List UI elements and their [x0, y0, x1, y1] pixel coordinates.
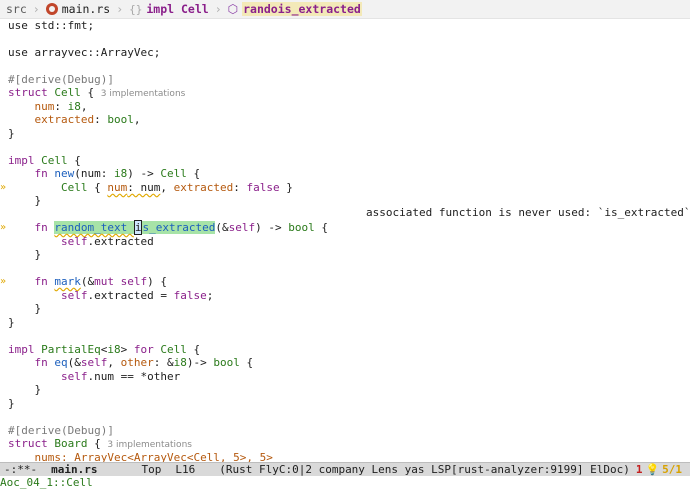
breadcrumb-impl-label: impl Cell	[146, 2, 209, 16]
code-line[interactable]: self.extracted	[8, 235, 154, 249]
type-name: Cell	[54, 86, 81, 99]
code-line[interactable]: use arrayvec::ArrayVec;	[8, 46, 160, 60]
fringe-warning-icon[interactable]: »	[0, 181, 6, 195]
code-line[interactable]: num: i8,	[8, 100, 88, 114]
function-name: new	[54, 167, 75, 180]
attribute: #[derive(Debug)]	[8, 73, 114, 86]
code-text: }	[8, 127, 15, 140]
modeline-modes[interactable]: (Rust FlyC:0|2 company Lens yas LSP[rust…	[219, 463, 630, 476]
type-name: Cell	[41, 154, 68, 167]
modeline-position: Top	[141, 463, 162, 476]
lens-implementations[interactable]: 3 implementations	[107, 440, 192, 450]
type-name: PartialEq	[41, 343, 101, 356]
code-line[interactable]: impl Cell {	[8, 154, 81, 168]
modeline-error-count[interactable]: 1	[636, 463, 643, 476]
rust-icon	[45, 3, 58, 15]
code-line[interactable]: struct Board { 3 implementations	[8, 437, 192, 451]
type-name: bool	[107, 113, 134, 126]
code-editor[interactable]: use std::fmt; use arrayvec::ArrayVec; #[…	[0, 19, 690, 462]
echo-area: Aoc_04_1::Cell	[0, 476, 690, 489]
code-line[interactable]: #[derive(Debug)]	[8, 73, 114, 87]
code-text: {	[80, 86, 95, 99]
code-line[interactable]: }	[8, 316, 15, 330]
breadcrumb-folder[interactable]: src	[6, 2, 27, 16]
breadcrumb-impl[interactable]: {} impl Cell	[129, 2, 209, 16]
breadcrumb-file-label: main.rs	[61, 2, 111, 16]
code-line[interactable]: self.extracted = false;	[8, 289, 213, 303]
chevron-right-icon: ›	[32, 2, 40, 16]
code-line[interactable]: use std::fmt;	[8, 19, 94, 33]
echo-text: Aoc_04_1::Cell	[0, 476, 93, 489]
code-line[interactable]: }	[8, 248, 41, 262]
breadcrumb-folder-label: src	[6, 2, 27, 16]
function-name: eq	[54, 356, 68, 369]
code-line[interactable]: }	[8, 194, 41, 208]
code-text: use std::fmt;	[8, 19, 95, 32]
field-name: num	[34, 100, 55, 113]
field-name: extracted	[34, 113, 95, 126]
highlighted-text: random_text	[54, 221, 134, 234]
function-name: mark	[54, 275, 81, 288]
code-line[interactable]: self.num == *other	[8, 370, 180, 384]
breadcrumb: src › main.rs › {} impl Cell › ⬡ randois…	[0, 0, 690, 19]
modeline-line-number: L16	[175, 463, 196, 476]
code-line[interactable]: #[derive(Debug)]	[8, 424, 114, 438]
breadcrumb-function[interactable]: ⬡ randois_extracted	[228, 2, 362, 16]
type-name: Cell	[60, 181, 88, 194]
code-line[interactable]: impl PartialEq<i8> for Cell {	[8, 343, 200, 357]
function-name: s_extracted	[142, 221, 216, 234]
code-line[interactable]: fn new(num: i8) -> Cell {	[8, 167, 201, 181]
modeline-buffer-name[interactable]: main.rs	[51, 463, 97, 476]
mode-line: -:**- main.rs Top L16 (Rust FlyC:0|2 com…	[0, 462, 690, 476]
code-line[interactable]: struct Cell { 3 implementations	[8, 86, 185, 100]
code-line[interactable]: }	[8, 383, 41, 397]
code-line[interactable]: fn mark(&mut self) {	[8, 275, 167, 289]
chevron-right-icon: ›	[116, 2, 124, 16]
code-line-current[interactable]: fn random_text is_extracted(&self) -> bo…	[8, 220, 328, 235]
breadcrumb-function-label: randois_extracted	[242, 2, 362, 16]
modeline-state: -:**-	[4, 463, 38, 476]
type-name: i8	[67, 100, 81, 113]
attribute: #[derive(Debug)]	[8, 424, 114, 437]
type-name: Board	[54, 437, 88, 450]
braces-icon: {}	[129, 2, 143, 16]
cube-icon: ⬡	[227, 2, 239, 16]
code-text: use arrayvec::ArrayVec;	[8, 46, 161, 59]
code-line[interactable]: }	[8, 127, 15, 141]
modeline-warning-count[interactable]: 5/1	[662, 463, 682, 476]
code-line[interactable]: extracted: bool,	[8, 113, 141, 127]
code-line[interactable]: }	[8, 397, 15, 411]
fringe-warning-icon[interactable]: »	[0, 221, 6, 235]
chevron-right-icon: ›	[214, 2, 222, 16]
code-line[interactable]: Cell { num: num, extracted: false }	[8, 181, 293, 195]
lens-implementations[interactable]: 3 implementations	[101, 89, 186, 99]
keyword: impl	[8, 154, 35, 167]
code-line[interactable]: fn eq(&self, other: &i8)-> bool {	[8, 356, 254, 370]
code-line[interactable]: nums: ArrayVec<ArrayVec<Cell, 5>, 5>	[8, 451, 273, 462]
fringe-warning-icon[interactable]: »	[0, 275, 6, 289]
code-text: nums: ArrayVec<ArrayVec<Cell, 5>, 5>	[34, 451, 273, 462]
code-line[interactable]: }	[8, 302, 41, 316]
keyword: struct	[8, 86, 48, 99]
diagnostic-overlay: associated function is never used: `is_e…	[366, 206, 690, 219]
breadcrumb-file[interactable]: main.rs	[45, 2, 111, 16]
bulb-icon[interactable]: 💡	[645, 463, 659, 476]
